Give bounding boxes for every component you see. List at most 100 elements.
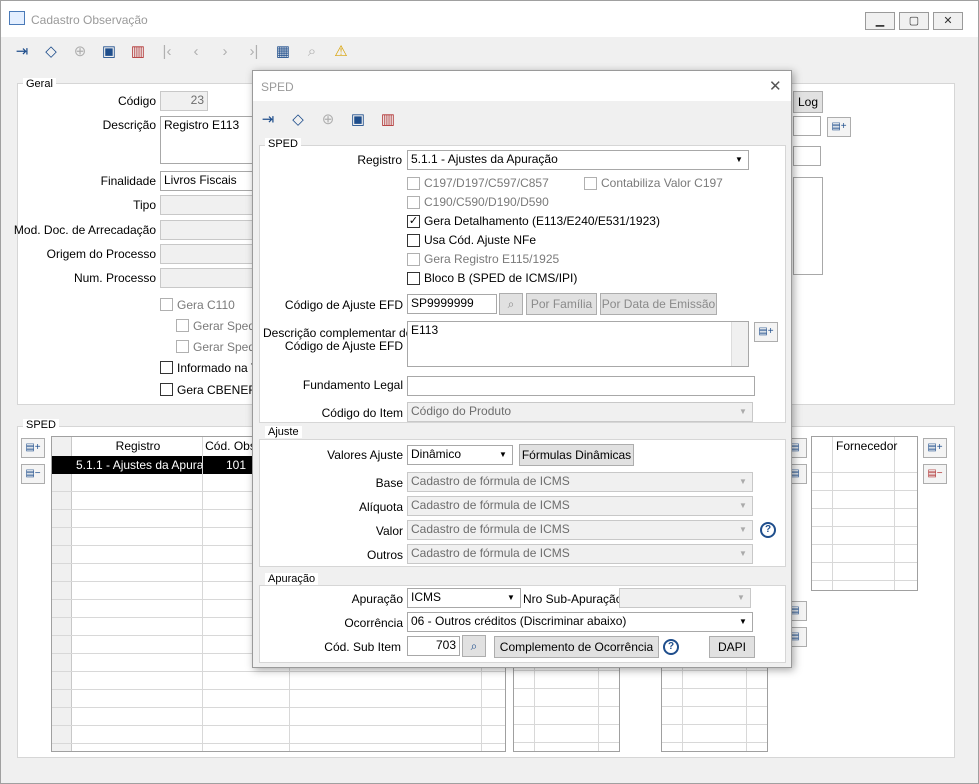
gera-detalhamento-checkbox[interactable]: ✓ (407, 215, 420, 228)
grid-col-line (202, 437, 203, 751)
outros-select[interactable]: Cadastro de fórmula de ICMS (407, 544, 753, 564)
save-icon[interactable]: ▣ (96, 38, 122, 64)
tipo-field[interactable] (160, 195, 255, 215)
grid-add-icon[interactable]: ▤+ (21, 438, 45, 458)
origem-label: Origem do Processo (46, 247, 156, 261)
eraser-icon[interactable]: ◇ (38, 38, 64, 64)
add-row-icon[interactable]: ▤+ (827, 117, 851, 137)
por-data-button[interactable]: Por Data de Emissão (600, 293, 717, 315)
mod-doc-field[interactable] (160, 220, 255, 240)
cod-ajuste-field[interactable]: SP9999999 (407, 294, 497, 314)
descricao-scroll[interactable] (793, 116, 821, 136)
eraser-icon[interactable]: ◇ (285, 106, 311, 132)
close-button[interactable]: ✕ (933, 12, 963, 30)
codigo-field[interactable]: 23 (160, 91, 208, 111)
fornecedor-add-icon[interactable]: ▤+ (923, 438, 947, 458)
bloco-b-checkbox[interactable] (407, 272, 420, 285)
delete-icon[interactable]: ▥ (375, 106, 401, 132)
desc-comp-field[interactable]: E113 (407, 321, 749, 367)
fornecedor-grid (811, 436, 918, 591)
app-icon (9, 11, 25, 25)
geral-group-label: Geral (23, 78, 56, 90)
chevron-down-icon: ▼ (737, 593, 745, 602)
add-icon[interactable]: ⊕ (67, 38, 93, 64)
por-familia-button[interactable]: Por Família (526, 293, 597, 315)
ocorrencia-select[interactable]: 06 - Outros créditos (Discriminar abaixo… (407, 612, 753, 632)
valor-label: Valor (375, 524, 403, 538)
c197-checkbox[interactable] (407, 177, 420, 190)
warning-icon[interactable]: ⚠ (328, 38, 354, 64)
add-icon[interactable]: ⊕ (315, 106, 341, 132)
main-toolbar: ⇥ ◇ ⊕ ▣ ▥ |‹ ‹ › ›| ▦ ⌕ ⚠ (9, 38, 354, 64)
gerar-sped-2-checkbox[interactable] (176, 340, 189, 353)
save-icon[interactable]: ▣ (345, 106, 371, 132)
cod-item-select[interactable]: Código do Produto (407, 402, 753, 422)
table-icon[interactable]: ▦ (270, 38, 296, 64)
contabiliza-checkbox[interactable] (584, 177, 597, 190)
grid-remove-icon[interactable]: ▤− (21, 464, 45, 484)
cod-sub-field[interactable]: 703 (407, 636, 460, 656)
search-icon[interactable]: ⌕ (299, 38, 325, 64)
finalidade-select[interactable]: Livros Fiscais (160, 171, 255, 191)
chevron-down-icon: ▼ (739, 501, 747, 510)
num-proc-label: Num. Processo (73, 271, 156, 285)
gerar-sped-1-checkbox[interactable] (176, 319, 189, 332)
mod-doc-label: Mod. Doc. de Arrecadação (13, 223, 156, 237)
finalidade-arrow[interactable] (793, 146, 821, 166)
search-icon[interactable]: ⌕ (499, 293, 523, 315)
desc-comp-scrollbar[interactable] (731, 322, 748, 366)
chevron-down-icon: ▼ (507, 593, 515, 602)
descricao-field[interactable]: Registro E113 (160, 116, 255, 164)
c190-label: C190/C590/D190/D590 (424, 195, 549, 209)
informado-checkbox[interactable] (160, 361, 173, 374)
exit-icon[interactable]: ⇥ (255, 106, 281, 132)
next-icon[interactable]: › (212, 38, 238, 64)
cod-sub-label: Cód. Sub Item (324, 640, 401, 654)
dapi-button[interactable]: DAPI (709, 636, 755, 658)
grid-header-codobs: Cód. Obs (205, 439, 256, 453)
last-icon[interactable]: ›| (241, 38, 267, 64)
formulas-button[interactable]: Fórmulas Dinâmicas (519, 444, 634, 466)
usa-cod-ajuste-checkbox[interactable] (407, 234, 420, 247)
codigo-label: Código (117, 94, 156, 108)
delete-icon[interactable]: ▥ (125, 38, 151, 64)
origem-field[interactable] (160, 244, 255, 264)
registro-select[interactable]: 5.1.1 - Ajustes da Apuração (407, 150, 749, 170)
valor-select[interactable]: Cadastro de fórmula de ICMS (407, 520, 753, 540)
gera-detalhamento-label: Gera Detalhamento (E113/E240/E531/1923) (424, 214, 660, 228)
gera-c110-checkbox[interactable] (160, 298, 173, 311)
gera-registro-label: Gera Registro E115/1925 (424, 252, 560, 266)
finalidade-label: Finalidade (100, 174, 156, 188)
gera-c110-label: Gera C110 (177, 298, 235, 312)
minimize-button[interactable]: ▁ (865, 12, 895, 30)
nro-sub-select[interactable] (619, 588, 751, 608)
maximize-button[interactable]: ▢ (899, 12, 929, 30)
dialog-title-bar (253, 71, 791, 101)
exit-icon[interactable]: ⇥ (9, 38, 35, 64)
sped-section-label: SPED (23, 419, 59, 431)
c197-label: C197/D197/C597/C857 (424, 176, 549, 190)
help-icon[interactable]: ? (760, 522, 776, 538)
prev-icon[interactable]: ‹ (183, 38, 209, 64)
valores-label: Valores Ajuste (327, 448, 403, 462)
usa-cod-ajuste-label: Usa Cód. Ajuste NFe (424, 233, 537, 247)
gera-registro-checkbox[interactable] (407, 253, 420, 266)
add-note-icon[interactable]: ▤+ (754, 322, 778, 342)
first-icon[interactable]: |‹ (154, 38, 180, 64)
fornecedor-remove-icon[interactable]: ▤− (923, 464, 947, 484)
dialog-close-icon[interactable]: ✕ (769, 77, 782, 95)
grid-cell-registro: 5.1.1 - Ajustes da Apuraçã (76, 458, 202, 472)
contabiliza-label: Contabiliza Valor C197 (601, 176, 723, 190)
dialog-toolbar: ⇥ ◇ ⊕ ▣ ▥ (255, 106, 401, 132)
search-icon[interactable]: ⌕ (462, 635, 486, 657)
grid-header-registro: Registro (115, 439, 161, 453)
base-select[interactable]: Cadastro de fórmula de ICMS (407, 472, 753, 492)
complemento-button[interactable]: Complemento de Ocorrência (494, 636, 659, 658)
num-proc-field[interactable] (160, 268, 255, 288)
log-button[interactable]: Log (793, 91, 823, 113)
fundamento-field[interactable] (407, 376, 755, 396)
aliquota-select[interactable]: Cadastro de fórmula de ICMS (407, 496, 753, 516)
c190-checkbox[interactable] (407, 196, 420, 209)
gera-cbenef-checkbox[interactable] (160, 383, 173, 396)
help-icon[interactable]: ? (663, 639, 679, 655)
